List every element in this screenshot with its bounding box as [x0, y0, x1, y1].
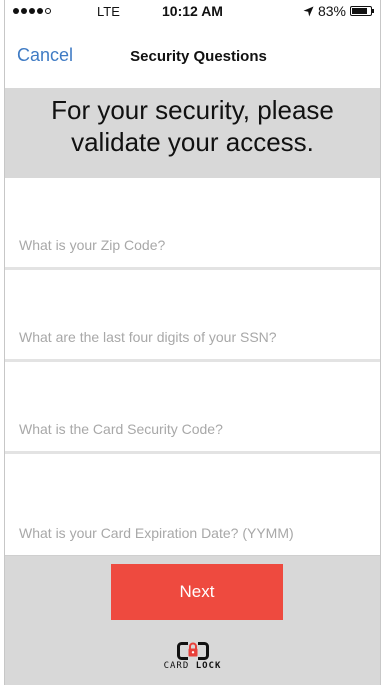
card-expiration-input[interactable]	[5, 525, 380, 541]
status-right: 83%	[303, 3, 374, 19]
card-lock-icon	[176, 641, 209, 660]
status-bar: LTE 10:12 AM 83%	[5, 0, 380, 22]
security-heading: For your security, please validate your …	[51, 95, 334, 157]
battery-percent: 83%	[317, 3, 346, 19]
expiration-field-row	[5, 454, 380, 555]
next-button[interactable]: Next	[111, 564, 283, 620]
ssn-last-four-input[interactable]	[5, 329, 380, 345]
location-arrow-icon	[303, 6, 314, 16]
ssn-field-row	[5, 270, 380, 362]
zip-code-field-row	[5, 178, 380, 270]
heading-block: For your security, please validate your …	[5, 88, 380, 178]
security-code-field-row	[5, 362, 380, 454]
card-lock-wordmark: CARD LOCK	[5, 661, 380, 671]
card-security-code-input[interactable]	[5, 421, 380, 437]
zip-code-input[interactable]	[5, 237, 380, 253]
bottom-area: Next CARD LOCK	[5, 555, 380, 685]
battery-icon	[350, 6, 374, 16]
logo-word-lock: LOCK	[195, 661, 222, 671]
security-questions-form	[5, 178, 380, 555]
app-frame: LTE 10:12 AM 83% Cancel Security Questio…	[4, 0, 381, 685]
navigation-bar: Cancel Security Questions	[5, 22, 380, 89]
logo-word-card: CARD	[163, 661, 190, 671]
card-lock-logo: CARD LOCK	[5, 640, 380, 671]
page-title: Security Questions	[130, 48, 267, 65]
